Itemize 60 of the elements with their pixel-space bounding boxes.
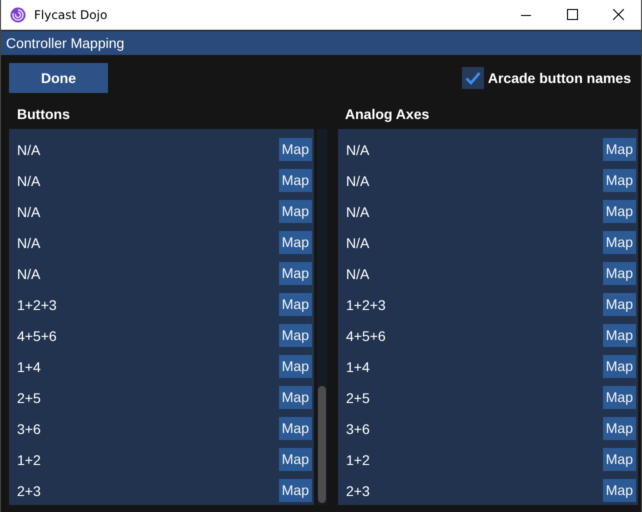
map-button[interactable]: Map: [278, 138, 312, 161]
map-button[interactable]: Map: [602, 448, 636, 471]
checkbox[interactable]: [462, 66, 484, 88]
close-icon: [612, 9, 624, 20]
map-button[interactable]: Map: [602, 200, 636, 223]
mapping-label: 3+6: [17, 420, 42, 436]
maximize-icon: [566, 9, 578, 20]
map-button[interactable]: Map: [602, 169, 636, 192]
mapping-label: N/A: [346, 234, 370, 250]
checkbox-label: Arcade button names: [488, 70, 631, 86]
map-button[interactable]: Map: [278, 448, 312, 471]
map-button[interactable]: Map: [278, 262, 312, 285]
mapping-label: 2+3: [346, 482, 371, 498]
checkmark-icon: [464, 70, 481, 84]
map-button[interactable]: Map: [278, 231, 312, 254]
dialog-title: Controller Mapping: [1, 31, 641, 55]
section-title: Analog Axes: [345, 106, 430, 122]
scrollbar[interactable]: [317, 129, 327, 505]
map-button[interactable]: Map: [602, 138, 636, 161]
done-button[interactable]: Done: [9, 62, 108, 92]
map-button[interactable]: Map: [602, 324, 636, 347]
window-title: Flycast Dojo: [34, 8, 108, 22]
map-button[interactable]: Map: [602, 479, 636, 502]
mapping-label: N/A: [17, 234, 42, 250]
map-button[interactable]: Map: [278, 386, 312, 409]
mapping-label: 2+3: [17, 482, 42, 498]
mapping-label: 3+6: [346, 420, 371, 436]
map-button[interactable]: Map: [602, 262, 636, 285]
mapping-label: 1+2: [346, 452, 371, 468]
map-button[interactable]: Map: [278, 200, 312, 223]
map-button[interactable]: Map: [602, 355, 636, 378]
map-button[interactable]: Map: [278, 293, 312, 316]
mapping-label: N/A: [17, 204, 42, 220]
map-button[interactable]: Map: [602, 386, 636, 409]
map-button[interactable]: Map: [278, 169, 312, 192]
map-button[interactable]: Map: [278, 417, 312, 440]
section-title: Buttons: [17, 106, 70, 122]
mapping-label: 4+5+6: [346, 328, 387, 344]
map-button[interactable]: Map: [278, 479, 312, 502]
map-button[interactable]: Map: [278, 324, 312, 347]
mapping-label: N/A: [346, 172, 370, 188]
map-button[interactable]: Map: [278, 355, 312, 378]
mapping-label: N/A: [17, 266, 42, 282]
mapping-label: N/A: [17, 142, 42, 158]
mapping-label: 2+5: [346, 390, 371, 406]
mapping-label: 1+4: [346, 358, 371, 374]
mapping-label: 4+5+6: [17, 328, 58, 344]
mapping-label: 1+4: [17, 358, 42, 374]
mapping-label: 1+2+3: [17, 296, 58, 312]
map-button[interactable]: Map: [602, 231, 636, 254]
mapping-label: 1+2: [17, 452, 42, 468]
mapping-label: 1+2+3: [346, 296, 387, 312]
app-logo-icon: [10, 6, 26, 22]
mapping-label: 2+5: [17, 390, 42, 406]
mapping-label: N/A: [346, 142, 370, 158]
map-button[interactable]: Map: [602, 293, 636, 316]
map-button[interactable]: Map: [602, 417, 636, 440]
mapping-label: N/A: [346, 204, 370, 220]
mapping-label: N/A: [346, 266, 370, 282]
mapping-label: N/A: [17, 172, 42, 188]
